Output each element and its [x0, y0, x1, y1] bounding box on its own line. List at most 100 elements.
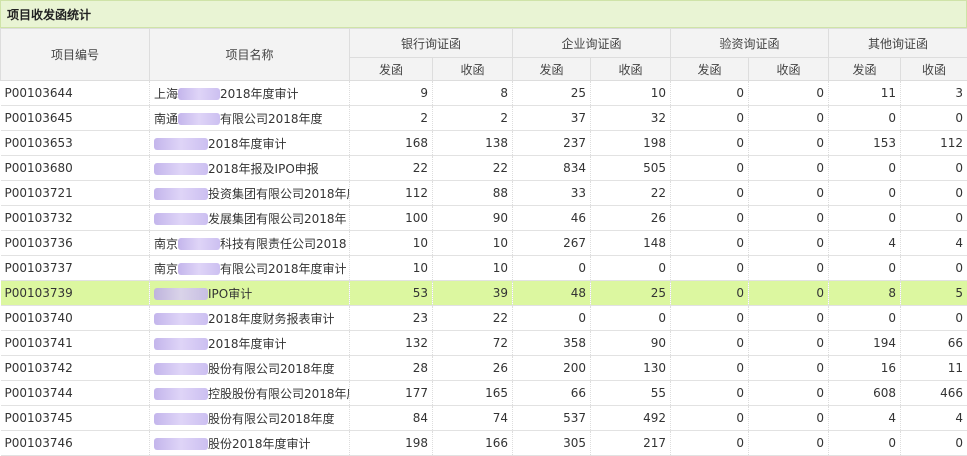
- table-row[interactable]: P001037412018年度审计13272358900019466: [1, 331, 967, 356]
- cell-company-sent: 834: [513, 156, 591, 181]
- name-text: 2018年报及IPO申报: [208, 162, 319, 176]
- cell-capital-sent: 0: [671, 281, 749, 306]
- header-bank-received[interactable]: 收函: [433, 58, 513, 81]
- cell-project-code: P00103732: [1, 206, 150, 231]
- cell-company-sent: 66: [513, 381, 591, 406]
- table-row[interactable]: P00103742股份有限公司2018年度2826200130001611: [1, 356, 967, 381]
- redaction-mask: [178, 113, 220, 125]
- cell-project-name: 2018年报及IPO申报: [150, 156, 350, 181]
- cell-company-received: 148: [591, 231, 671, 256]
- cell-bank-received: 26: [433, 356, 513, 381]
- name-text: 股份有限公司2018年度: [208, 412, 335, 426]
- cell-project-name: 2018年度审计: [150, 331, 350, 356]
- stats-grid: 项目编号 项目名称 银行询证函 企业询证函 验资询证函 其他询证函 发函 收函 …: [0, 28, 967, 456]
- cell-bank-sent: 100: [350, 206, 433, 231]
- redaction-mask: [154, 213, 208, 225]
- redaction-mask: [154, 388, 208, 400]
- cell-project-name: 南京科技有限责任公司2018: [150, 231, 350, 256]
- cell-bank-sent: 177: [350, 381, 433, 406]
- cell-company-received: 130: [591, 356, 671, 381]
- header-bank-sent[interactable]: 发函: [350, 58, 433, 81]
- cell-capital-sent: 0: [671, 181, 749, 206]
- cell-other-received: 3: [901, 81, 967, 106]
- cell-other-received: 0: [901, 206, 967, 231]
- cell-company-received: 10: [591, 81, 671, 106]
- cell-bank-sent: 198: [350, 431, 433, 456]
- cell-capital-received: 0: [749, 356, 829, 381]
- cell-company-sent: 48: [513, 281, 591, 306]
- cell-project-name: 南通有限公司2018年度: [150, 106, 350, 131]
- cell-project-name: 投资集团有限公司2018年度: [150, 181, 350, 206]
- cell-project-code: P00103744: [1, 381, 150, 406]
- redaction-mask: [154, 288, 208, 300]
- redaction-mask: [154, 413, 208, 425]
- table-row[interactable]: P001036532018年度审计16813823719800153112: [1, 131, 967, 156]
- table-row[interactable]: P00103744控股股份有限公司2018年度17716566550060846…: [1, 381, 967, 406]
- cell-other-sent: 0: [829, 206, 901, 231]
- cell-bank-received: 10: [433, 231, 513, 256]
- table-row[interactable]: P001037402018年度财务报表审计2322000000: [1, 306, 967, 331]
- header-group-bank: 银行询证函: [350, 29, 513, 58]
- cell-project-code: P00103746: [1, 431, 150, 456]
- cell-other-sent: 4: [829, 231, 901, 256]
- cell-company-received: 25: [591, 281, 671, 306]
- cell-capital-sent: 0: [671, 256, 749, 281]
- table-row[interactable]: P00103645南通有限公司2018年度2237320000: [1, 106, 967, 131]
- header-capital-received[interactable]: 收函: [749, 58, 829, 81]
- cell-bank-received: 72: [433, 331, 513, 356]
- table-row[interactable]: P00103745股份有限公司2018年度84745374920044: [1, 406, 967, 431]
- cell-capital-sent: 0: [671, 231, 749, 256]
- header-company-received[interactable]: 收函: [591, 58, 671, 81]
- cell-bank-received: 2: [433, 106, 513, 131]
- cell-capital-received: 0: [749, 331, 829, 356]
- cell-other-received: 0: [901, 156, 967, 181]
- table-row[interactable]: P00103739IPO审计533948250085: [1, 281, 967, 306]
- cell-project-name: 股份2018年度审计: [150, 431, 350, 456]
- table-row[interactable]: P001036802018年报及IPO申报22228345050000: [1, 156, 967, 181]
- cell-project-code: P00103742: [1, 356, 150, 381]
- cell-capital-received: 0: [749, 431, 829, 456]
- name-text: 发展集团有限公司2018年: [208, 212, 347, 226]
- header-group-capital: 验资询证函: [671, 29, 829, 58]
- cell-project-code: P00103741: [1, 331, 150, 356]
- cell-company-sent: 358: [513, 331, 591, 356]
- cell-other-sent: 4: [829, 406, 901, 431]
- cell-bank-sent: 9: [350, 81, 433, 106]
- cell-project-code: P00103653: [1, 131, 150, 156]
- cell-other-received: 66: [901, 331, 967, 356]
- header-project-name[interactable]: 项目名称: [150, 29, 350, 81]
- name-text: 2018年度财务报表审计: [208, 312, 335, 326]
- cell-capital-received: 0: [749, 231, 829, 256]
- table-row[interactable]: P00103736南京科技有限责任公司201810102671480044: [1, 231, 967, 256]
- name-prefix: 南京: [154, 237, 178, 251]
- header-company-sent[interactable]: 发函: [513, 58, 591, 81]
- table-row[interactable]: P00103644上海2018年度审计98251000113: [1, 81, 967, 106]
- name-text: 2018年度审计: [220, 87, 299, 101]
- cell-project-code: P00103644: [1, 81, 150, 106]
- cell-bank-sent: 28: [350, 356, 433, 381]
- cell-company-received: 22: [591, 181, 671, 206]
- cell-bank-sent: 53: [350, 281, 433, 306]
- cell-other-received: 11: [901, 356, 967, 381]
- redaction-mask: [154, 138, 208, 150]
- cell-other-received: 0: [901, 431, 967, 456]
- cell-bank-sent: 168: [350, 131, 433, 156]
- cell-project-code: P00103737: [1, 256, 150, 281]
- cell-capital-received: 0: [749, 306, 829, 331]
- header-other-received[interactable]: 收函: [901, 58, 967, 81]
- cell-capital-sent: 0: [671, 306, 749, 331]
- cell-capital-sent: 0: [671, 381, 749, 406]
- header-capital-sent[interactable]: 发函: [671, 58, 749, 81]
- table-row[interactable]: P00103732发展集团有限公司2018年1009046260000: [1, 206, 967, 231]
- header-other-sent[interactable]: 发函: [829, 58, 901, 81]
- table-row[interactable]: P00103737南京有限公司2018年度审计1010000000: [1, 256, 967, 281]
- cell-bank-sent: 10: [350, 256, 433, 281]
- header-project-code[interactable]: 项目编号: [1, 29, 150, 81]
- cell-bank-sent: 84: [350, 406, 433, 431]
- cell-capital-received: 0: [749, 156, 829, 181]
- cell-project-name: 2018年度财务报表审计: [150, 306, 350, 331]
- table-row[interactable]: P00103746股份2018年度审计1981663052170000: [1, 431, 967, 456]
- table-body: P00103644上海2018年度审计98251000113P00103645南…: [1, 81, 967, 456]
- cell-bank-received: 74: [433, 406, 513, 431]
- table-row[interactable]: P00103721投资集团有限公司2018年度1128833220000: [1, 181, 967, 206]
